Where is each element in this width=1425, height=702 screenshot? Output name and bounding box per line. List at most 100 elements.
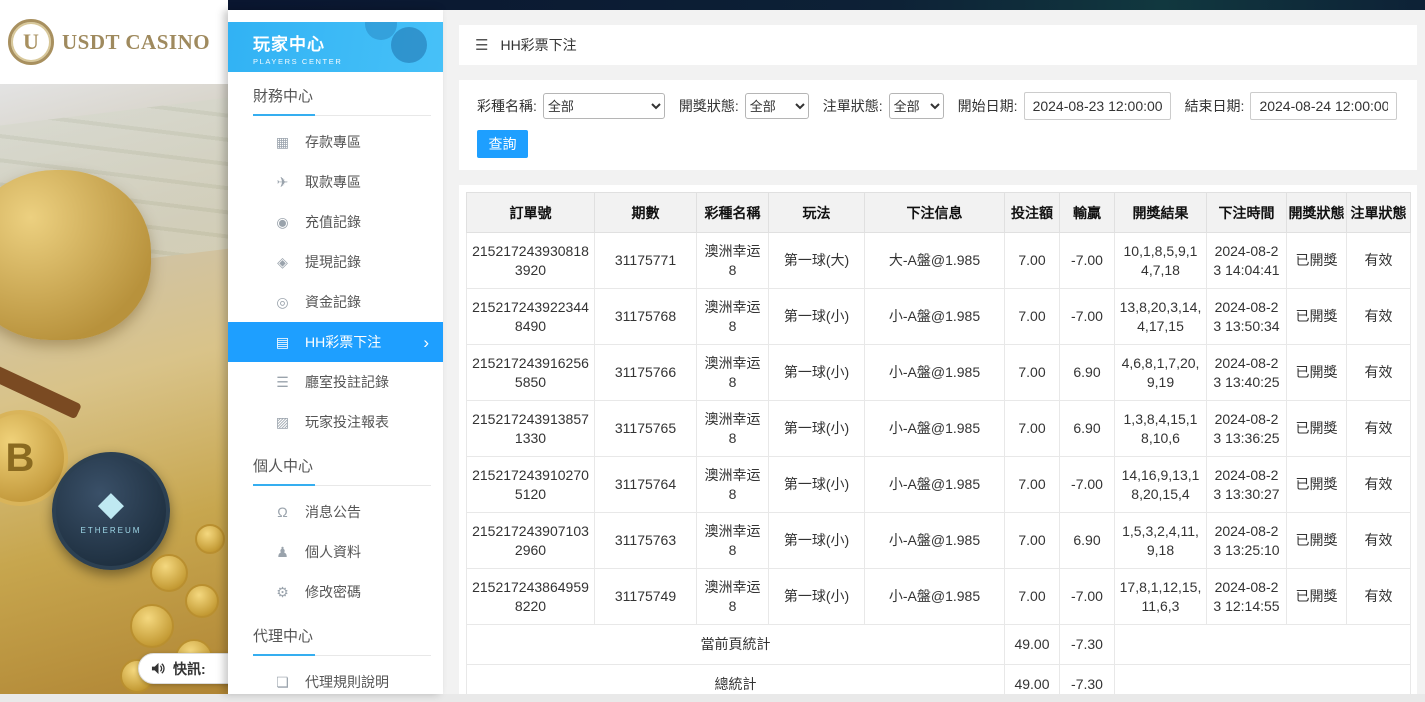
draw-status-cell: 已開獎 — [1287, 401, 1347, 457]
page-summary-winloss: -7.30 — [1060, 625, 1115, 665]
sidebar-item-player-bet-report[interactable]: ▨ 玩家投注報表 — [228, 402, 443, 442]
ethereum-label: ETHEREUM — [81, 526, 142, 535]
sidebar-item-label: 充值記錄 — [305, 212, 361, 232]
sidebar-item-label: 存款專區 — [305, 132, 361, 152]
header-result: 開獎結果 — [1115, 193, 1207, 233]
header-time: 下注時間 — [1207, 193, 1287, 233]
winloss-cell: 6.90 — [1060, 345, 1115, 401]
start-date-group: 開始日期: — [958, 92, 1171, 120]
total-summary-label: 總統計 — [467, 665, 1005, 695]
time-cell: 2024-08-23 13:30:27 — [1207, 457, 1287, 513]
end-date-input[interactable] — [1250, 92, 1397, 120]
header-amount: 投注額 — [1005, 193, 1060, 233]
filter-row: 彩種名稱: 全部 開獎狀態: 全部 注單狀態: 全部 開始日期: — [477, 92, 1399, 120]
lottery-cell: 澳洲幸运8 — [697, 345, 769, 401]
bet-info-cell: 小-A盤@1.985 — [865, 345, 1005, 401]
filter-panel: 彩種名稱: 全部 開獎狀態: 全部 注單狀態: 全部 開始日期: — [459, 80, 1417, 170]
brand-logo-icon: U — [8, 19, 54, 65]
winloss-cell: -7.00 — [1060, 289, 1115, 345]
start-date-label: 開始日期: — [958, 96, 1018, 116]
amount-cell: 7.00 — [1005, 457, 1060, 513]
query-button[interactable]: 查詢 — [477, 130, 528, 158]
speaker-icon — [151, 661, 166, 676]
top-navy-bar — [228, 0, 1425, 10]
play-cell: 第一球(小) — [769, 401, 865, 457]
sidebar-item-change-password[interactable]: ⚙ 修改密碼 — [228, 572, 443, 612]
order-cell: 2152172439138571330 — [467, 401, 595, 457]
order-cell: 2152172439162565850 — [467, 345, 595, 401]
sidebar-item-deposit[interactable]: ▦ 存款專區 — [228, 122, 443, 162]
draw-status-cell: 已開獎 — [1287, 345, 1347, 401]
page-summary-amount: 49.00 — [1005, 625, 1060, 665]
bet-status-cell: 有效 — [1347, 513, 1411, 569]
play-cell: 第一球(小) — [769, 345, 865, 401]
total-summary-winloss: -7.30 — [1060, 665, 1115, 695]
total-summary-amount: 49.00 — [1005, 665, 1060, 695]
bet-status-cell: 有效 — [1347, 401, 1411, 457]
amount-cell: 7.00 — [1005, 289, 1060, 345]
quick-news-button[interactable]: 快訊: — [138, 653, 228, 684]
withdrawal-record-icon: ◈ — [274, 254, 291, 271]
winloss-cell: -7.00 — [1060, 233, 1115, 289]
sidebar-item-label: 代理規則說明 — [305, 672, 389, 692]
period-cell: 31175763 — [595, 513, 697, 569]
brand-bar: U USDT CASINO — [0, 0, 228, 84]
draw-status-cell: 已開獎 — [1287, 513, 1347, 569]
table-row: 2152172439162565850 31175766 澳洲幸运8 第一球(小… — [467, 345, 1411, 401]
bet-status-cell: 有效 — [1347, 569, 1411, 625]
sidebar-item-profile[interactable]: ♟ 個人資料 — [228, 532, 443, 572]
sidebar-item-hh-lottery-bets[interactable]: ▤ HH彩票下注 › — [228, 322, 443, 362]
sidebar-item-recharge-records[interactable]: ◉ 充值記錄 — [228, 202, 443, 242]
time-cell: 2024-08-23 13:50:34 — [1207, 289, 1287, 345]
sidebar-item-announcements[interactable]: Ω 消息公告 — [228, 492, 443, 532]
end-date-label: 結束日期: — [1185, 96, 1245, 116]
bet-status-cell: 有效 — [1347, 457, 1411, 513]
table-row: 2152172439102705120 31175764 澳洲幸运8 第一球(小… — [467, 457, 1411, 513]
lottery-bet-icon: ▤ — [274, 334, 291, 351]
chevron-right-icon: › — [423, 334, 429, 351]
lottery-cell: 澳洲幸运8 — [697, 513, 769, 569]
bets-table-card: 訂單號 期數 彩種名稱 玩法 下注信息 投注額 輸贏 開獎結果 下注時間 開獎狀… — [459, 185, 1417, 694]
sidebar-item-label: 提現記錄 — [305, 252, 361, 272]
order-cell: 2152172439308183920 — [467, 233, 595, 289]
draw-status-select[interactable]: 全部 — [745, 93, 809, 119]
period-cell: 31175749 — [595, 569, 697, 625]
total-summary-row: 總統計 49.00 -7.30 — [467, 665, 1411, 695]
lottery-filter-label: 彩種名稱: — [477, 96, 537, 116]
sidebar-item-fund-records[interactable]: ◎ 資金記錄 — [228, 282, 443, 322]
end-date-group: 結束日期: — [1185, 92, 1398, 120]
bet-status-select[interactable]: 全部 — [889, 93, 944, 119]
sidebar-item-label: 個人資料 — [305, 542, 361, 562]
page-summary-empty — [1115, 625, 1411, 665]
lottery-cell: 澳洲幸运8 — [697, 233, 769, 289]
result-cell: 13,8,20,3,14,4,17,15 — [1115, 289, 1207, 345]
start-date-input[interactable] — [1024, 92, 1171, 120]
lottery-cell: 澳洲幸运8 — [697, 289, 769, 345]
left-promo-panel: U USDT CASINO B ◆ ETHEREUM 快訊: — [0, 0, 228, 694]
time-cell: 2024-08-23 13:36:25 — [1207, 401, 1287, 457]
agent-rules-icon: ❏ — [274, 674, 291, 691]
winloss-cell: 6.90 — [1060, 401, 1115, 457]
result-cell: 1,3,8,4,15,18,10,6 — [1115, 401, 1207, 457]
time-cell: 2024-08-23 12:14:55 — [1207, 569, 1287, 625]
order-cell: 2152172439223448490 — [467, 289, 595, 345]
period-cell: 31175764 — [595, 457, 697, 513]
sidebar-item-withdraw[interactable]: ✈ 取款專區 — [228, 162, 443, 202]
gold-coin-decor — [130, 604, 174, 648]
menu-toggle-icon[interactable]: ☰ — [475, 36, 488, 54]
sidebar-item-agent-rules[interactable]: ❏ 代理規則說明 — [228, 662, 443, 702]
sidebar-item-withdrawal-records[interactable]: ◈ 提現記錄 — [228, 242, 443, 282]
header-lottery: 彩種名稱 — [697, 193, 769, 233]
header-period: 期數 — [595, 193, 697, 233]
lottery-cell: 澳洲幸运8 — [697, 569, 769, 625]
order-cell: 2152172439102705120 — [467, 457, 595, 513]
ethereum-diamond-icon: ◆ — [98, 487, 124, 521]
winloss-cell: -7.00 — [1060, 569, 1115, 625]
lottery-filter-group: 彩種名稱: 全部 — [477, 93, 665, 119]
breadcrumb-bar: ☰ HH彩票下注 — [459, 25, 1417, 65]
sidebar-item-room-bet-records[interactable]: ☰ 廳室投註記錄 — [228, 362, 443, 402]
lottery-select[interactable]: 全部 — [543, 93, 665, 119]
amount-cell: 7.00 — [1005, 513, 1060, 569]
main-content: ☰ HH彩票下注 彩種名稱: 全部 開獎狀態: 全部 注單狀態: 全部 — [443, 10, 1425, 694]
gold-coin-decor — [195, 524, 225, 554]
